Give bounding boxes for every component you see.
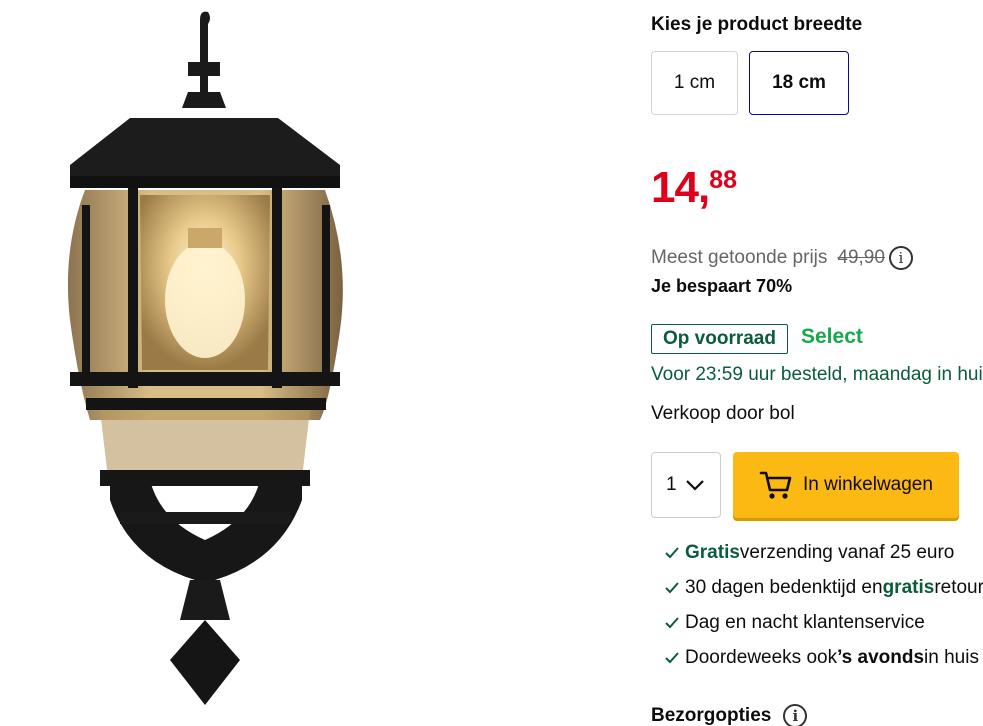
quantity-value: 1: [666, 474, 677, 495]
reference-price-label: Meest getoonde prijs: [651, 247, 828, 268]
info-icon[interactable]: i: [888, 246, 913, 270]
usp-text: verzending vanaf 25 euro: [739, 542, 955, 563]
usp-bold: gratis: [882, 577, 935, 598]
size-option-18cm[interactable]: 18 cm: [749, 51, 849, 115]
add-to-cart-label: In winkelwagen: [803, 474, 933, 495]
size-selector-title: Kies je product breedte: [651, 14, 863, 35]
usp-item: Doordeweeks ook ’s avonds in huis: [665, 647, 979, 669]
usp-text: Doordeweeks ook: [685, 647, 838, 668]
usp-text: 30 dagen bedenktijd en: [685, 577, 883, 598]
quantity-select[interactable]: 1: [651, 452, 721, 518]
usp-item: Gratis verzending vanaf 25 euro: [665, 542, 954, 564]
delivery-promise: Voor 23:59 uur besteld, maandag in huis: [651, 364, 983, 385]
size-option-1cm[interactable]: 1 cm: [651, 51, 738, 115]
price-separator: ,: [697, 163, 710, 212]
check-icon: [665, 547, 679, 559]
cart-icon: [759, 470, 793, 500]
saving-text: Je bespaart 70%: [651, 276, 793, 296]
price-whole: 14: [651, 163, 699, 212]
usp-item: Dag en nacht klantenservice: [665, 612, 925, 634]
select-badge[interactable]: Select: [801, 325, 863, 349]
usp-text: retourneren: [934, 577, 983, 598]
price: 14,88: [651, 166, 737, 210]
usp-bold: ’s avonds: [837, 647, 925, 668]
check-icon: [665, 652, 679, 664]
reference-price-row: Meest getoonde prijs 49,90 i: [651, 246, 913, 270]
usp-text: in huis: [924, 647, 979, 668]
reference-price-value: 49,90: [837, 247, 885, 268]
usp-bold: Gratis: [685, 542, 740, 563]
chevron-down-icon: [685, 479, 705, 491]
check-icon: [665, 582, 679, 594]
usp-text: Dag en nacht klantenservice: [685, 612, 925, 633]
add-to-cart-button[interactable]: In winkelwagen: [733, 452, 959, 518]
price-fraction: 88: [709, 166, 737, 194]
product-buy-panel: Kies je product breedte 1 cm 18 cm 14,88…: [651, 0, 983, 726]
info-icon[interactable]: i: [783, 704, 808, 726]
delivery-options-heading[interactable]: Bezorgopties i: [651, 704, 808, 726]
product-image: [67, 11, 343, 705]
check-icon: [665, 617, 679, 629]
usp-item: 30 dagen bedenktijd en gratis retournere…: [665, 577, 983, 599]
delivery-options-title: Bezorgopties: [651, 705, 772, 726]
seller-text: Verkoop door bol: [651, 403, 795, 424]
stock-badge: Op voorraad: [651, 324, 788, 354]
